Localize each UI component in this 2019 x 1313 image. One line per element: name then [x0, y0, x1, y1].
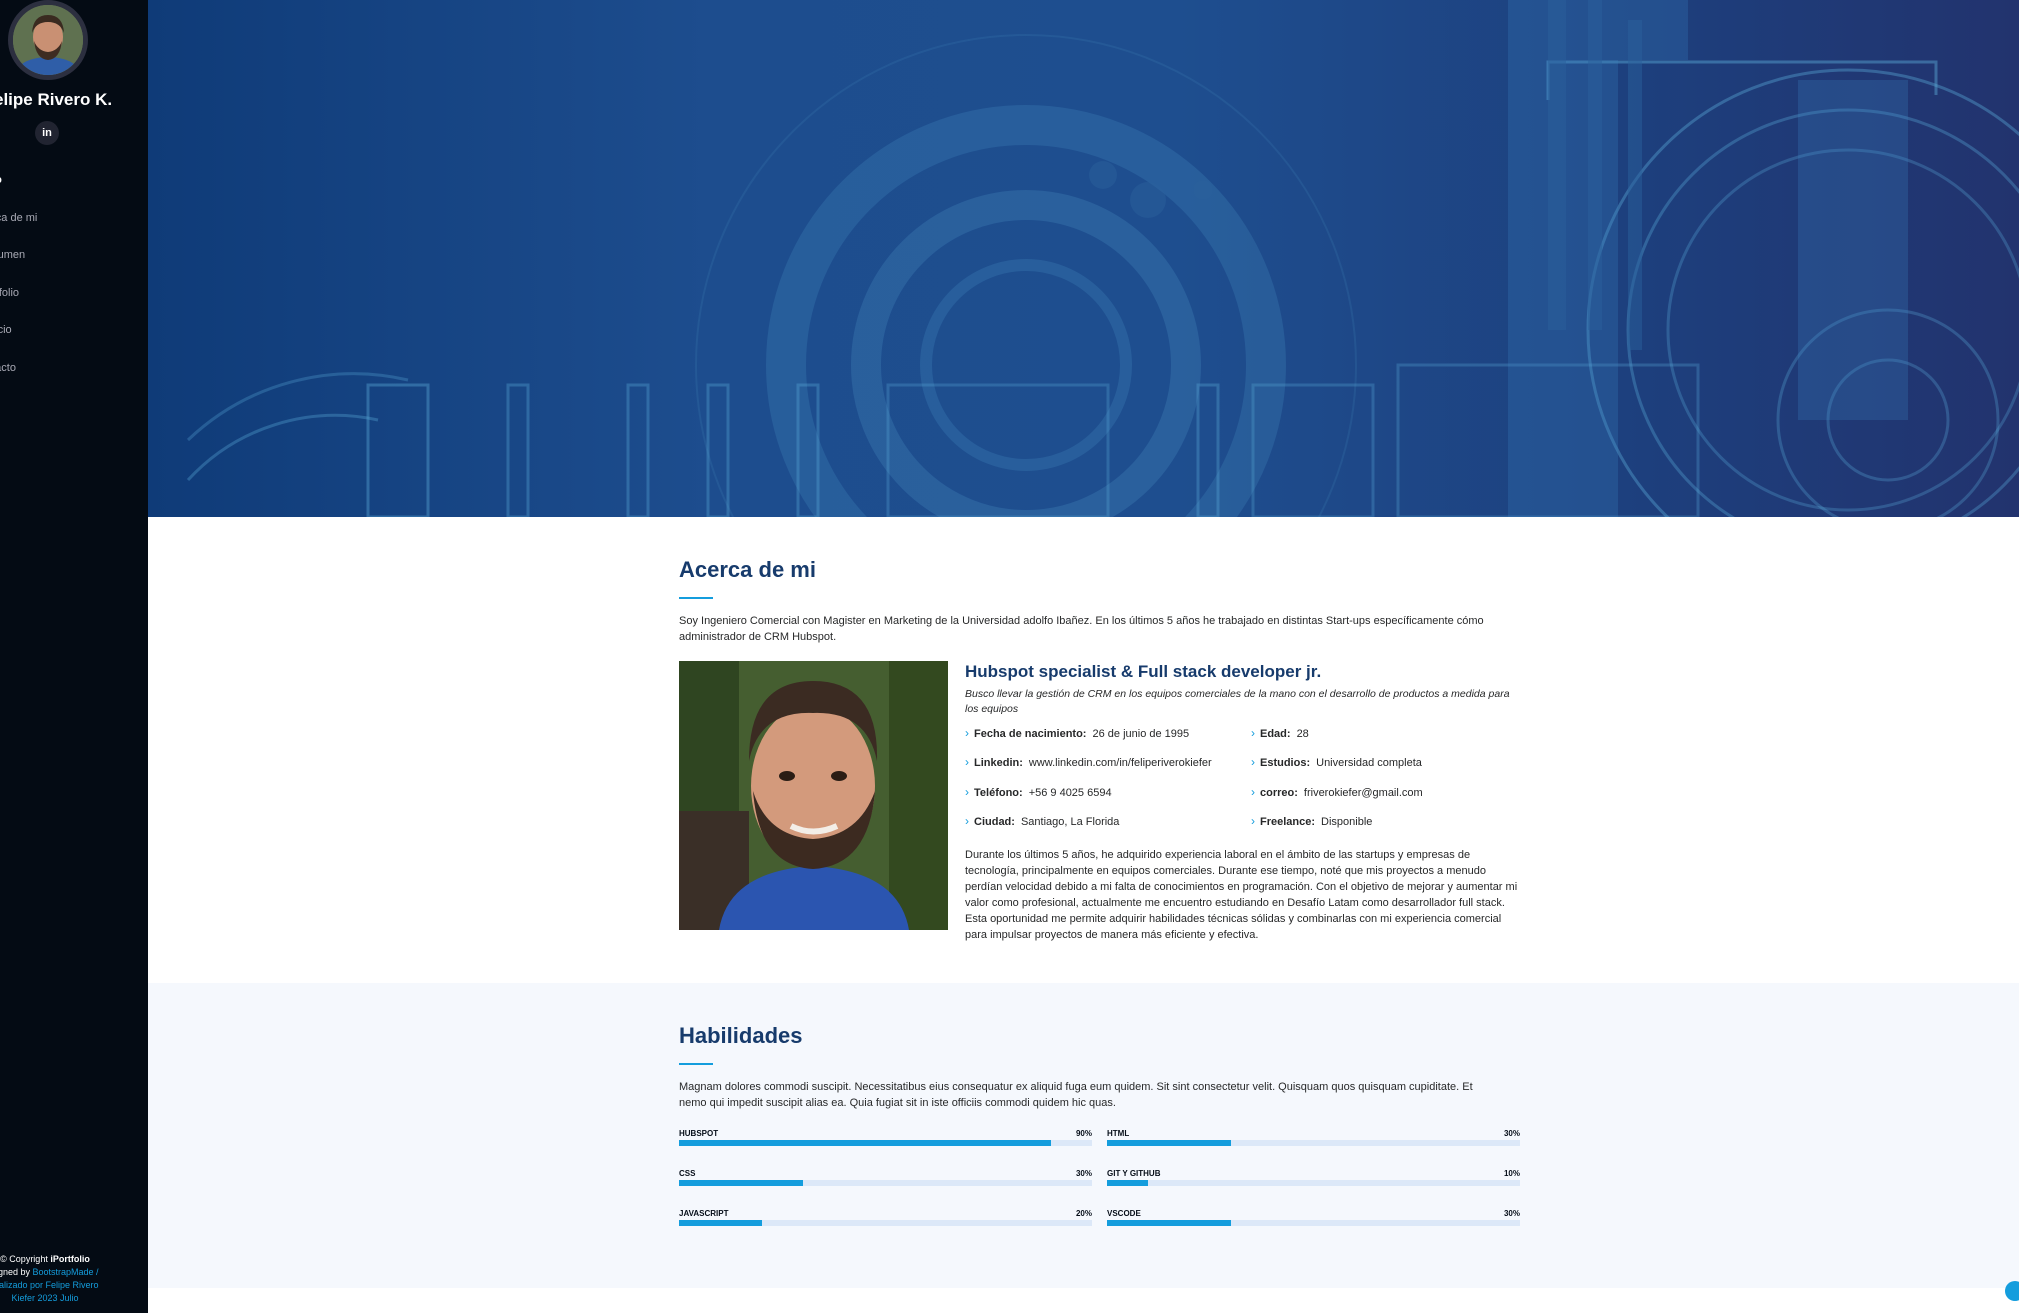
fact-studies: › Estudios: Universidad completa — [1251, 755, 1422, 769]
nav-item-servicio[interactable]: rvicio — [0, 318, 37, 356]
chevron-right-icon: › — [1251, 814, 1255, 828]
credits-update-link[interactable]: tualizado por Felipe Rivero Kiefer 2023 … — [0, 1280, 99, 1303]
skill-name: GIT Y GITHUB — [1107, 1169, 1161, 1178]
skill-percent: 30% — [1503, 1209, 1520, 1218]
skill-fill — [679, 1140, 1051, 1146]
skill-fill — [679, 1180, 803, 1186]
nav-item-acerca[interactable]: erca de mi — [0, 206, 37, 244]
skill-percent: 30% — [1503, 1129, 1520, 1138]
bootstrapmade-link[interactable]: BootstrapMade / — [32, 1267, 98, 1277]
back-to-top-button[interactable] — [2005, 1281, 2019, 1301]
about-title: Acerca de mi — [679, 557, 816, 582]
skill-track — [679, 1220, 1092, 1226]
profile-avatar — [8, 0, 88, 80]
fact-age: › Edad: 28 — [1251, 726, 1309, 740]
sidebar-nav: cio erca de mi esumen rtafolio rvicio nt… — [0, 168, 37, 393]
chevron-right-icon: › — [965, 814, 969, 828]
skills-intro: Magnam dolores commodi suscipit. Necessi… — [679, 1081, 1473, 1109]
skill-name: VSCODE — [1107, 1209, 1141, 1218]
about-section: Acerca de mi Soy Ingeniero Comercial con… — [148, 517, 2019, 983]
credits-text: signed by BootstrapMade / tualizado por … — [0, 1266, 110, 1305]
profile-name: elipe Rivero K. — [0, 90, 113, 109]
about-intro: Soy Ingeniero Comercial con Magister en … — [679, 615, 1484, 643]
hero-banner — [148, 0, 2019, 517]
skill-fill — [1107, 1220, 1231, 1226]
hero-background-illustration — [186, 0, 2019, 517]
skill-fill — [1107, 1140, 1231, 1146]
skill-track — [679, 1180, 1092, 1186]
skill-bar: CSS 30% — [679, 1169, 1092, 1186]
sidebar-footer: © Copyright iPortfolio signed by Bootstr… — [0, 1253, 110, 1305]
chevron-right-icon: › — [965, 785, 969, 799]
chevron-right-icon: › — [1251, 726, 1255, 740]
role-title: Hubspot specialist & Full stack develope… — [965, 662, 1322, 681]
chevron-right-icon: › — [965, 726, 969, 740]
chevron-right-icon: › — [1251, 785, 1255, 799]
skill-fill — [679, 1220, 762, 1226]
nav-item-inicio[interactable]: cio — [0, 168, 37, 206]
fact-email: › correo: friverokiefer@gmail.com — [1251, 785, 1423, 799]
skill-name: CSS — [679, 1169, 696, 1178]
skill-bar: JAVASCRIPT 20% — [679, 1209, 1092, 1226]
skill-percent: 90% — [1075, 1129, 1092, 1138]
nav-item-resumen[interactable]: esumen — [0, 243, 37, 281]
skill-fill — [1107, 1180, 1149, 1186]
skill-name: HTML — [1107, 1129, 1130, 1138]
skill-name: HUBSPOT — [679, 1129, 719, 1138]
skill-bar: GIT Y GITHUB 10% — [1107, 1169, 1520, 1186]
title-underline — [679, 1063, 713, 1065]
skill-track — [1107, 1220, 1520, 1226]
copyright-text: © Copyright iPortfolio — [0, 1254, 90, 1264]
fact-freelance: › Freelance: Disponible — [1251, 814, 1373, 828]
linkedin-icon[interactable]: in — [35, 121, 59, 145]
nav-item-portafolio[interactable]: rtafolio — [0, 281, 37, 319]
skill-percent: 30% — [1075, 1169, 1092, 1178]
skill-bar: VSCODE 30% — [1107, 1209, 1520, 1226]
title-underline — [679, 597, 713, 599]
skill-percent: 10% — [1503, 1169, 1520, 1178]
chevron-right-icon: › — [965, 755, 969, 769]
personal-facts: › Fecha de nacimiento: 26 de junio de 1995… — [965, 726, 1525, 836]
skill-percent: 20% — [1075, 1209, 1092, 1218]
fact-city: › Ciudad: Santiago, La Florida — [965, 814, 1120, 828]
skill-track — [1107, 1180, 1520, 1186]
fact-linkedin: › Linkedin: www.linkedin.com/in/feliperive… — [965, 755, 1212, 769]
skill-track — [1107, 1140, 1520, 1146]
fact-birthdate: › Fecha de nacimiento: 26 de junio de 1995 — [965, 726, 1190, 740]
skills-section: Habilidades Magnam dolores commodi susci… — [148, 983, 2019, 1288]
skill-bar: HUBSPOT 90% — [679, 1129, 1092, 1146]
nav-item-contacto[interactable]: ntacto — [0, 356, 37, 394]
fact-phone: › Teléfono: +56 9 4025 6594 — [965, 785, 1112, 799]
skills-title: Habilidades — [679, 1023, 803, 1048]
chevron-right-icon: › — [1251, 755, 1255, 769]
skill-track — [679, 1140, 1092, 1146]
role-quote: Busco llevar la gestión de CRM en los eq… — [965, 688, 1510, 715]
about-bio: Durante los últimos 5 años, he adquirido… — [965, 849, 1518, 941]
skill-bar: HTML 30% — [1107, 1129, 1520, 1146]
sidebar: elipe Rivero K. in cio erca de mi esumen… — [0, 0, 148, 1313]
skill-name: JAVASCRIPT — [679, 1209, 729, 1218]
profile-photo — [679, 661, 948, 930]
